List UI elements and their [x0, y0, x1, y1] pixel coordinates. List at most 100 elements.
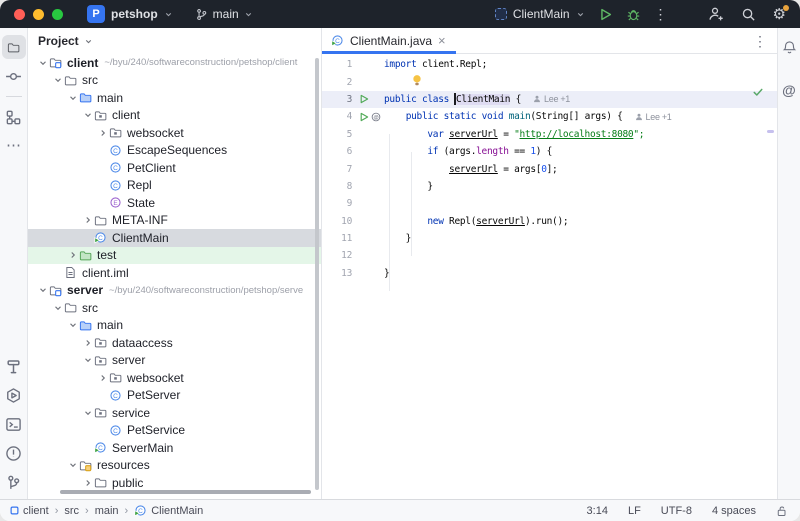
chevron-open-icon[interactable]: [81, 110, 94, 120]
code-line-7[interactable]: 7 serverUrl = args[0];: [322, 160, 777, 177]
project-vertical-scrollbar[interactable]: [315, 58, 319, 490]
close-window-button[interactable]: [14, 9, 25, 20]
chevron-open-icon[interactable]: [81, 355, 94, 365]
tree-item-servermain[interactable]: CServerMain: [28, 439, 321, 457]
breadcrumb-main[interactable]: main: [95, 505, 119, 517]
tree-item-dataaccess[interactable]: dataaccess: [28, 334, 321, 352]
terminal-tool-button[interactable]: [2, 412, 26, 436]
project-horizontal-scrollbar[interactable]: [60, 490, 311, 494]
tree-item-main[interactable]: main: [28, 317, 321, 335]
project-panel-header[interactable]: Project: [28, 28, 321, 54]
chevron-closed-icon[interactable]: [66, 250, 79, 260]
chevron-closed-icon[interactable]: [81, 338, 94, 348]
chevron-open-icon[interactable]: [66, 93, 79, 103]
chevron-open-icon[interactable]: [66, 320, 79, 330]
tree-item-client[interactable]: client: [28, 107, 321, 125]
tree-item-state[interactable]: EState: [28, 194, 321, 212]
intention-bulb-icon[interactable]: [412, 74, 422, 87]
tree-item-repl[interactable]: CRepl: [28, 177, 321, 195]
tree-item-websocket[interactable]: websocket: [28, 124, 321, 142]
code-line-12[interactable]: 12: [322, 247, 777, 264]
minimize-window-button[interactable]: [33, 9, 44, 20]
chevron-open-icon[interactable]: [51, 75, 64, 85]
run-play-icon[interactable]: [598, 7, 613, 22]
ai-assistant-button[interactable]: @: [777, 78, 800, 102]
line-separator[interactable]: LF: [628, 505, 641, 517]
more-vertical-icon[interactable]: ⋮: [654, 9, 668, 19]
tree-item-client-iml[interactable]: client.iml: [28, 264, 321, 282]
chevron-closed-icon[interactable]: [81, 215, 94, 225]
zoom-window-button[interactable]: [52, 9, 63, 20]
code-line-3[interactable]: 3public class ClientMain {Lee +1: [322, 91, 777, 108]
chevron-open-icon[interactable]: [66, 460, 79, 470]
run-line-icon[interactable]: [359, 112, 369, 122]
chevron-open-icon[interactable]: [36, 58, 49, 68]
run-configuration-selector[interactable]: ClientMain: [495, 7, 585, 21]
tree-item-meta-inf[interactable]: META-INF: [28, 212, 321, 230]
close-tab-icon[interactable]: ×: [438, 36, 446, 46]
services-tool-button[interactable]: [2, 383, 26, 407]
add-user-icon[interactable]: [708, 6, 724, 22]
tab-options-icon[interactable]: ⋮: [753, 36, 777, 46]
run-line-icon[interactable]: [359, 94, 369, 104]
tree-item-petserver[interactable]: CPetServer: [28, 387, 321, 405]
chevron-closed-icon[interactable]: [81, 478, 94, 488]
chevron-open-icon[interactable]: [51, 303, 64, 313]
tree-item-petclient[interactable]: CPetClient: [28, 159, 321, 177]
tree-item-escapesequences[interactable]: CEscapeSequences: [28, 142, 321, 160]
code-editor[interactable]: 1import client.Repl;23public class Clien…: [322, 54, 777, 499]
tree-item-src[interactable]: src: [28, 72, 321, 90]
chevron-closed-icon[interactable]: [96, 128, 109, 138]
tree-item-resources[interactable]: resources: [28, 457, 321, 475]
tree-item-server[interactable]: server~/byu/240/softwareconstruction/pet…: [28, 282, 321, 300]
chevron-open-icon[interactable]: [36, 285, 49, 295]
annotation-icon[interactable]: @: [371, 112, 381, 122]
breadcrumb-client[interactable]: client: [10, 505, 49, 517]
code-line-2[interactable]: 2: [322, 73, 777, 90]
caret-position[interactable]: 3:14: [587, 505, 608, 517]
tree-item-src[interactable]: src: [28, 299, 321, 317]
problems-tool-button[interactable]: [2, 441, 26, 465]
tree-item-server[interactable]: server: [28, 352, 321, 370]
commit-tool-button[interactable]: [2, 64, 26, 88]
code-line-8[interactable]: 8 }: [322, 178, 777, 195]
code-line-4[interactable]: 4@ public static void main(String[] args…: [322, 108, 777, 125]
file-encoding[interactable]: UTF-8: [661, 505, 692, 517]
vcs-tool-button[interactable]: [2, 470, 26, 494]
tree-item-websocket[interactable]: websocket: [28, 369, 321, 387]
breadcrumb-src[interactable]: src: [64, 505, 79, 517]
code-line-10[interactable]: 10 new Repl(serverUrl).run();: [322, 213, 777, 230]
author-inlay-hint[interactable]: Lee +1: [533, 94, 570, 104]
code-line-9[interactable]: 9: [322, 195, 777, 212]
settings-gear-icon[interactable]: ⚙: [773, 7, 786, 22]
search-icon[interactable]: [741, 7, 756, 22]
project-tool-button[interactable]: [2, 35, 26, 59]
indent-setting[interactable]: 4 spaces: [712, 505, 756, 517]
tree-item-main[interactable]: main: [28, 89, 321, 107]
tree-item-petservice[interactable]: CPetService: [28, 422, 321, 440]
author-inlay-hint[interactable]: Lee +1: [635, 112, 672, 122]
tree-item-clientmain[interactable]: CClientMain: [28, 229, 321, 247]
editor-tab-clientmain[interactable]: C ClientMain.java ×: [322, 28, 456, 54]
code-line-13[interactable]: 13}: [322, 265, 777, 282]
structure-tool-button[interactable]: [2, 105, 26, 129]
code-line-5[interactable]: 5 var serverUrl = "http://localhost:8080…: [322, 126, 777, 143]
tree-item-test[interactable]: test: [28, 247, 321, 265]
tree-item-public[interactable]: public: [28, 474, 321, 492]
code-line-11[interactable]: 11 }: [322, 230, 777, 247]
notifications-button[interactable]: [777, 35, 800, 59]
tree-item-service[interactable]: service: [28, 404, 321, 422]
code-line-1[interactable]: 1import client.Repl;: [322, 56, 777, 73]
code-line-6[interactable]: 6 if (args.length == 1) {: [322, 143, 777, 160]
project-widget[interactable]: P petshop: [87, 5, 173, 23]
ok-check-icon[interactable]: [752, 86, 764, 98]
unlock-icon[interactable]: [776, 505, 788, 517]
chevron-open-icon[interactable]: [81, 408, 94, 418]
build-tool-button[interactable]: [2, 354, 26, 378]
tree-item-client[interactable]: client~/byu/240/softwareconstruction/pet…: [28, 54, 321, 72]
chevron-closed-icon[interactable]: [96, 373, 109, 383]
breadcrumb-clientmain[interactable]: CClientMain: [134, 504, 203, 517]
more-tools-button[interactable]: ⋯: [2, 134, 26, 158]
vcs-branch-widget[interactable]: main: [195, 7, 253, 21]
debug-bug-icon[interactable]: [626, 7, 641, 22]
